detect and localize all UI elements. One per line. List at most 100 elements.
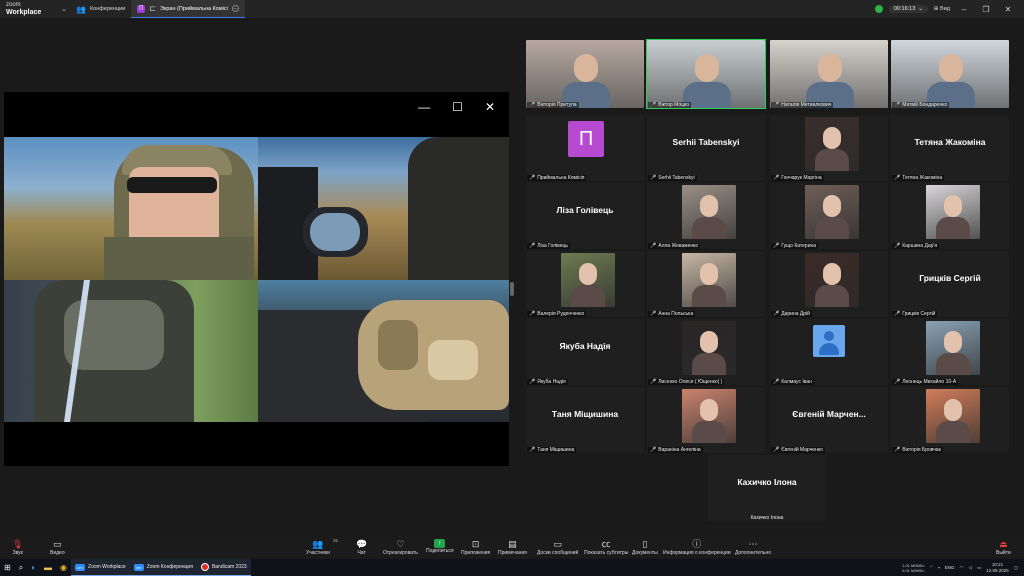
participants-button[interactable]: 👥 25 Участники <box>306 538 338 556</box>
participant-name-label: 🎤 Лисенко Олеся ( Ющенко( ) <box>648 379 725 385</box>
participant-tile[interactable]: 🎤 Лисенко Олеся ( Ющенко( ) <box>647 319 765 385</box>
taskbar-zoom-workplace[interactable]: zm Zoom Workplace <box>71 559 130 576</box>
participant-tile[interactable]: 🎤 Алла Жеваженко <box>647 183 765 249</box>
avatar-body <box>819 343 839 355</box>
react-button[interactable]: ♡ Отреагировать <box>383 539 418 556</box>
tray-chevron-icon[interactable]: ⌃ <box>929 565 933 571</box>
participant-photo <box>926 185 980 239</box>
chat-button[interactable]: 💬 Чат <box>356 539 367 556</box>
participant-tile[interactable]: 🎤 Гончарук Маргіна <box>770 115 888 181</box>
participant-tile[interactable]: 🎤 Анна Польська <box>647 251 765 317</box>
participant-video-tile[interactable]: 🎤 Наталія Метиалкович <box>770 40 888 108</box>
participant-display-name: Тетяна Жакоміна <box>914 137 986 147</box>
info-icon: ⓘ <box>692 539 702 549</box>
explorer-button[interactable]: ▬ <box>40 559 56 576</box>
language-indicator[interactable]: ENG <box>945 565 955 570</box>
browser-button[interactable]: ◐ <box>27 559 40 576</box>
participant-name: Каршина Дар'я <box>902 243 938 249</box>
share-screen-icon: ⊏ <box>149 4 157 13</box>
chrome-button[interactable]: ◉ <box>56 559 71 576</box>
participants-label: Участники <box>306 550 330 556</box>
participant-name-label: 🎤 Таня Міщишина <box>527 447 577 453</box>
participant-tile[interactable]: П 🎤 Приймальна Комісія <box>526 115 644 181</box>
participant-name-label: 🎤 Наталія Метиалкович <box>771 102 834 108</box>
tray-app-icon[interactable]: ▪ <box>938 565 940 570</box>
audio-button[interactable]: 🎙 Звук <box>12 539 23 556</box>
docs-button[interactable]: ▯ Документы <box>632 539 658 556</box>
apps-button[interactable]: ⊡ Приложения <box>461 539 490 556</box>
more-button[interactable]: ⋯ Дополнительно <box>735 539 771 556</box>
participant-tile[interactable]: 🎤 Каршина Дар'я <box>891 183 1009 249</box>
participant-tile[interactable]: Таня Міщишина 🎤 Таня Міщишина <box>526 387 644 453</box>
captions-label: Показать субтитры <box>584 550 629 556</box>
tab-screen-share[interactable]: П ⊏ Экран (Приймальна Комісі – <box>131 0 245 18</box>
split-drag-handle[interactable] <box>510 282 514 296</box>
participant-name: Лисенко Олеся ( Ющенко( ) <box>658 379 723 385</box>
participant-tile[interactable]: Serhii Tabenskyi 🎤 Serhii Tabenskyi <box>647 115 765 181</box>
apps-label: Приложения <box>461 550 491 556</box>
notes-button[interactable]: ▤ Примечания <box>498 539 527 556</box>
search-button[interactable]: ⌕ <box>15 559 27 576</box>
clock[interactable]: 10:21 12.09.2025 <box>986 562 1009 573</box>
leave-button[interactable]: ⏏ Выйти <box>996 539 1011 556</box>
share-button[interactable]: ↑ Поделиться <box>426 539 454 554</box>
video-button[interactable]: ▭ Видео <box>50 539 65 556</box>
view-grid-icon: ⊞ <box>933 6 939 12</box>
participant-tile[interactable]: 🎤 Вікторія Бровчак <box>891 387 1009 453</box>
notification-icon[interactable]: ▢ <box>1014 565 1018 571</box>
wifi-icon[interactable]: ◠ <box>960 565 964 571</box>
more-icon: ⋯ <box>748 539 758 549</box>
participant-body-shape <box>815 217 849 239</box>
participant-tile[interactable]: Тетяна Жакоміна 🎤 Тетяна Жакоміна <box>891 115 1009 181</box>
close-tab-icon[interactable]: – <box>231 5 239 12</box>
mic-muted-icon: 🎤 <box>894 175 901 181</box>
participant-tile[interactable]: Грицків Сергій 🎤 Грицків Сергій <box>891 251 1009 317</box>
participant-video-tile[interactable]: 🎤 Матвій Бондаренко <box>891 40 1009 108</box>
timer-caret-icon[interactable]: ⌄ <box>918 6 923 12</box>
meeting-info-button[interactable]: ⓘ Информация о конференции <box>663 539 731 556</box>
participant-video-tile[interactable]: 🎤 Віктор Моцко <box>646 39 766 109</box>
shared-screen[interactable]: — ☐ ✕ <box>4 92 509 466</box>
participant-video-tile[interactable]: 🎤 Вікторія Притула <box>526 40 644 108</box>
battery-icon[interactable]: ▭ <box>977 565 981 571</box>
encryption-shield-icon[interactable] <box>874 5 883 13</box>
participant-tile[interactable]: 🎤 Гущо Катерина <box>770 183 888 249</box>
participant-name: Валерія Руденченко <box>537 311 585 317</box>
mic-muted-icon: 🎤 <box>650 379 657 385</box>
taskbar-bandicam[interactable]: Bandicam 2023 <box>196 559 251 576</box>
participant-tile[interactable]: 🎤 Дарина Дрій <box>770 251 888 317</box>
participant-name-label: 🎤 Валерія Руденченко <box>527 311 587 317</box>
participant-tile[interactable]: 🎤 Калмаус Іван <box>770 319 888 385</box>
taskbar-zoom-conference[interactable]: zm Zoom Конференция <box>129 559 197 576</box>
start-button[interactable]: ⊞ <box>0 559 15 576</box>
participant-tile[interactable]: Якуба Надія 🎤 Якуба Надія <box>526 319 644 385</box>
minimize-icon[interactable]: – <box>956 5 972 14</box>
participant-tile[interactable]: 🎤 Леонець Михайло 10-А <box>891 319 1009 385</box>
mic-muted-icon: 🎤 <box>529 379 536 385</box>
mic-muted-icon: 🎤 <box>650 243 657 249</box>
zoom-logo[interactable]: zoom Workplace <box>0 0 58 18</box>
participant-name-label: 🎤 Грицків Сергій <box>892 311 938 317</box>
chevron-down-icon[interactable]: ⌄ <box>58 5 70 13</box>
participant-initial-icon: П <box>137 4 146 13</box>
participant-tile[interactable]: Ліза Голівець 🎤 Ліза Голівець <box>526 183 644 249</box>
participant-tile[interactable]: 🎤 Валерія Руденченко <box>526 251 644 317</box>
captions-button[interactable]: ㏄ Показать субтитры <box>584 539 628 556</box>
participant-name: Калмаус Іван <box>781 379 812 385</box>
view-label: Вид <box>940 6 950 12</box>
participant-tile[interactable]: Євгеній Марчен... 🎤 Євгеній Марченко <box>770 387 888 453</box>
view-button[interactable]: ⊞ Вид <box>934 6 950 12</box>
participant-tile[interactable]: 🎤 Вараніна Ангеліна <box>647 387 765 453</box>
participant-head-shape <box>823 263 841 285</box>
volume-icon[interactable]: ◁ <box>968 565 971 571</box>
windows-logo-icon: ⊞ <box>4 563 11 572</box>
restore-icon[interactable]: ❐ <box>978 5 994 14</box>
participant-name: Леонець Михайло 10-А <box>902 379 957 385</box>
windows-taskbar: ⊞ ⌕ ◐ ▬ ◉ zm Zoom Workplace zm Zoom Конф… <box>0 559 1024 576</box>
whiteboards-label: Доски сообщений <box>537 550 579 556</box>
participant-name: Serhii Tabenskyi <box>658 175 695 181</box>
whiteboards-button[interactable]: ▭ Доски сообщений <box>537 539 578 556</box>
participant-tile[interactable]: Кахичко Ілона Кахичко Ілона <box>708 455 826 521</box>
tab-conferences[interactable]: 👥 Конференции <box>70 0 131 18</box>
close-icon[interactable]: ✕ <box>1000 5 1016 14</box>
